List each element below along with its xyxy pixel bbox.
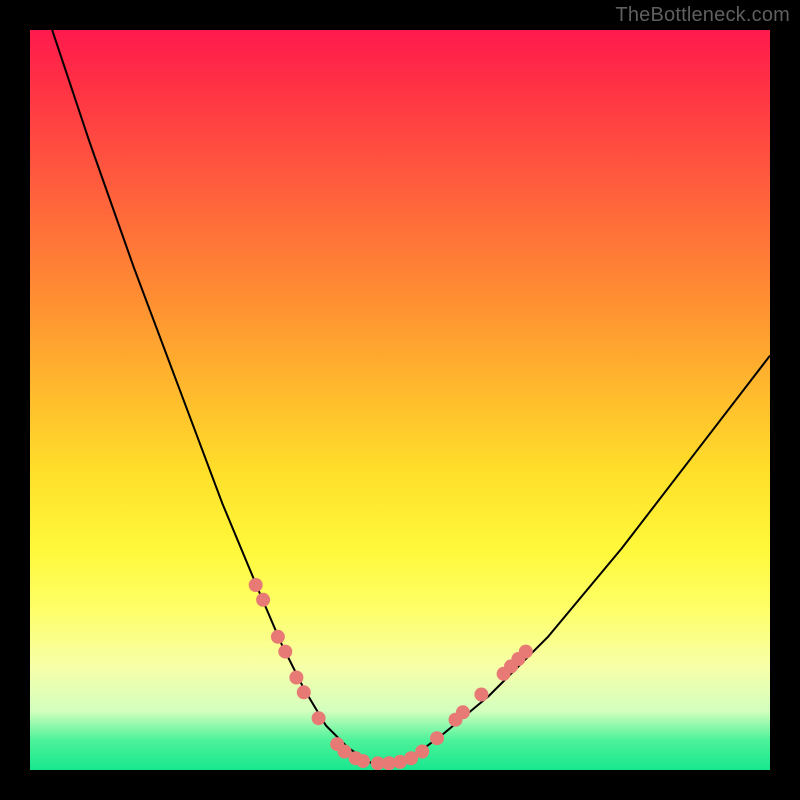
bottleneck-curve [52, 30, 770, 763]
data-marker [249, 578, 263, 592]
data-marker [271, 630, 285, 644]
data-marker [430, 731, 444, 745]
data-marker [415, 745, 429, 759]
plot-area [30, 30, 770, 770]
marker-layer [249, 578, 533, 770]
data-marker [256, 593, 270, 607]
data-marker [297, 685, 311, 699]
chart-svg [30, 30, 770, 770]
data-marker [312, 711, 326, 725]
data-marker [456, 705, 470, 719]
data-marker [278, 645, 292, 659]
data-marker [289, 671, 303, 685]
data-marker [356, 754, 370, 768]
outer-frame: TheBottleneck.com [0, 0, 800, 800]
watermark-text: TheBottleneck.com [615, 4, 790, 27]
curve-layer [52, 30, 770, 763]
data-marker [519, 645, 533, 659]
data-marker [474, 688, 488, 702]
